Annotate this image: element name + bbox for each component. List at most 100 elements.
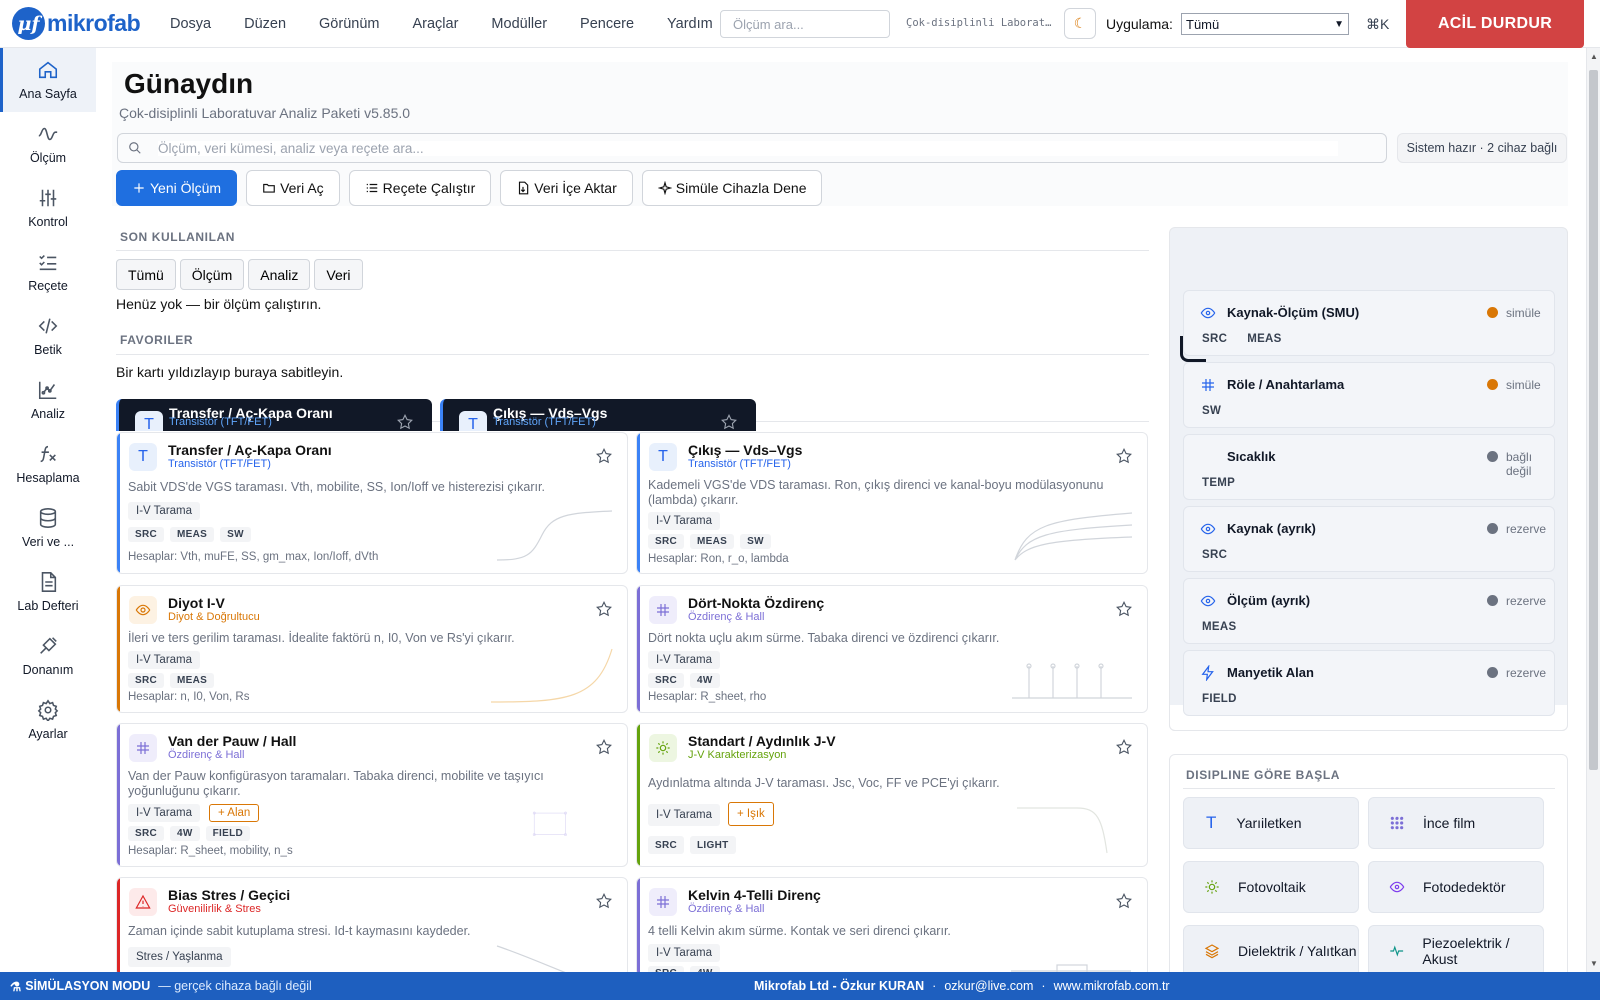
page-scrollbar[interactable]: ▲ ▼	[1586, 48, 1600, 972]
global-search-box[interactable]	[117, 133, 1387, 163]
menu-duzen[interactable]: Düzen	[244, 16, 286, 32]
import-data-button[interactable]: Veri İçe Aktar	[500, 170, 633, 206]
recipe-card-kelvin[interactable]: Kelvin 4-Telli Direnç Özdirenç & Hall 4 …	[636, 877, 1148, 977]
sliders-icon	[39, 189, 57, 207]
favorite-star-icon[interactable]	[1115, 738, 1133, 756]
recipe-card-van-der-pauw[interactable]: Van der Pauw / Hall Özdirenç & Hall Van …	[116, 723, 628, 867]
device-tags: SRC MEAS	[1202, 333, 1302, 345]
menu-pencere[interactable]: Pencere	[580, 16, 634, 32]
discipline-dielectric[interactable]: Dielektrik / Yalıtkan	[1183, 925, 1359, 977]
simulate-device-button[interactable]: Simüle Cihazla Dene	[641, 170, 823, 206]
run-recipe-button[interactable]: Reçete Çalıştır	[348, 170, 492, 206]
chevron-down-icon: ▼	[1334, 18, 1344, 30]
favorite-star-icon[interactable]	[595, 600, 613, 618]
sidebar-item-script[interactable]: Betik	[0, 304, 96, 368]
app-logo[interactable]: μf mikrofab	[12, 7, 150, 40]
global-search-input[interactable]	[158, 140, 1338, 156]
logo-text: mikrofab	[47, 10, 141, 36]
favorite-star-icon[interactable]	[595, 738, 613, 756]
eye-icon	[1200, 595, 1216, 607]
recipe-card-transfer[interactable]: T Transfer / Aç-Kapa Oranı Transistör (T…	[116, 432, 628, 574]
device-name: Sıcaklık	[1227, 449, 1276, 464]
function-icon	[40, 445, 56, 463]
discipline-photodetector[interactable]: Fotodedektör	[1368, 861, 1544, 913]
sidebar-item-settings[interactable]: Ayarlar	[0, 688, 96, 752]
card-title: Dört-Nokta Özdirenç	[688, 595, 825, 611]
hardware-tags: SRC MEAS SW	[128, 527, 257, 542]
card-calculations: Hesaplar: R_sheet, mobility, n_s	[128, 845, 293, 857]
contact-email[interactable]: ozkur@live.com	[944, 979, 1033, 993]
card-tag: I-V Tarama	[648, 944, 721, 962]
filter-analysis[interactable]: Analiz	[248, 259, 311, 290]
favorite-star-icon[interactable]	[1115, 600, 1133, 618]
top-search-input[interactable]	[720, 10, 890, 38]
new-measurement-button[interactable]: Yeni Ölçüm	[116, 170, 238, 206]
sidebar-item-home[interactable]: Ana Sayfa	[0, 48, 96, 112]
discipline-semiconductor[interactable]: T Yarıiletken	[1183, 797, 1359, 849]
sidebar-item-label: Reçete	[28, 279, 68, 293]
menu-araclar[interactable]: Araçlar	[412, 16, 458, 32]
device-source[interactable]: Kaynak (ayrık) rezerve SRC	[1183, 506, 1555, 572]
sidebar-item-compute[interactable]: Hesaplama	[0, 432, 96, 496]
hw-tag: SRC	[128, 673, 165, 688]
recent-empty-text: Henüz yok — bir ölçüm çalıştırın.	[116, 296, 322, 312]
device-relay[interactable]: Röle / Anahtarlama simüle SW	[1183, 362, 1555, 428]
theme-toggle-button[interactable]: ☾	[1064, 8, 1096, 39]
scroll-up-icon[interactable]: ▲	[1590, 52, 1598, 61]
t-icon: T	[649, 443, 677, 471]
card-tag: I-V Tarama	[128, 502, 201, 520]
card-tag: I-V Tarama	[648, 512, 721, 530]
recipe-card-bias-stress[interactable]: Bias Stres / Geçici Güvenilirlik & Stres…	[116, 877, 628, 977]
filter-all[interactable]: Tümü	[116, 259, 176, 290]
emergency-stop-button[interactable]: ACİL DURDUR	[1406, 0, 1584, 48]
device-tags: MEAS	[1202, 621, 1256, 633]
recipe-card-output[interactable]: T Çıkış — Vds–Vgs Transistör (TFT/FET) K…	[636, 432, 1148, 574]
hash-icon	[649, 888, 677, 916]
sidebar-item-data[interactable]: Veri ve ...	[0, 496, 96, 560]
device-status: rezerve	[1506, 594, 1547, 608]
hw-tag: LIGHT	[690, 836, 736, 854]
open-data-button[interactable]: Veri Aç	[246, 170, 340, 206]
website-link[interactable]: www.mikrofab.com.tr	[1054, 979, 1170, 993]
scroll-down-icon[interactable]: ▼	[1590, 959, 1598, 968]
menu-moduller[interactable]: Modüller	[491, 16, 547, 32]
t-icon: T	[129, 443, 157, 471]
device-smu[interactable]: Kaynak-Ölçüm (SMU) simüle SRC MEAS	[1183, 290, 1555, 356]
card-description: 4 telli Kelvin akım sürme. Kontak ve ser…	[648, 924, 951, 938]
discipline-photovoltaic[interactable]: Fotovoltaik	[1183, 861, 1359, 913]
simulation-mode-label: ⚗ SİMÜLASYON MODU	[10, 979, 150, 994]
menu-dosya[interactable]: Dosya	[170, 16, 211, 32]
device-magnetic-field[interactable]: Manyetik Alan rezerve FIELD	[1183, 650, 1555, 716]
filter-data[interactable]: Veri	[314, 259, 363, 290]
favorite-star-icon[interactable]	[1115, 447, 1133, 465]
discipline-thin-film[interactable]: İnce film	[1368, 797, 1544, 849]
favorite-star-icon[interactable]	[595, 447, 613, 465]
sidebar-item-analysis[interactable]: Analiz	[0, 368, 96, 432]
favorite-star-icon[interactable]	[595, 892, 613, 910]
recipe-card-four-point[interactable]: Dört-Nokta Özdirenç Özdirenç & Hall Dört…	[636, 585, 1148, 713]
card-accent	[637, 586, 640, 712]
device-temperature[interactable]: Sıcaklık bağlı değil TEMP	[1183, 434, 1555, 500]
sidebar-item-hardware[interactable]: Donanım	[0, 624, 96, 688]
recipe-card-jv[interactable]: Standart / Aydınlık J-V J-V Karakterizas…	[636, 723, 1148, 867]
filter-measurement[interactable]: Ölçüm	[179, 259, 245, 290]
recipe-card-diode[interactable]: Diyot I-V Diyot & Doğrultucu İleri ve te…	[116, 585, 628, 713]
separator: ·	[932, 979, 937, 993]
favorite-star-icon[interactable]	[1115, 892, 1133, 910]
device-measure[interactable]: Ölçüm (ayrık) rezerve MEAS	[1183, 578, 1555, 644]
flask-icon: ⚗	[10, 979, 22, 994]
discipline-piezoelectric[interactable]: Piezoelektrik / Akust	[1368, 925, 1544, 977]
menu-yardim[interactable]: Yardım	[667, 16, 713, 32]
discipline-label: Piezoelektrik / Akust	[1422, 935, 1510, 967]
menu-gorunum[interactable]: Görünüm	[319, 16, 379, 32]
database-icon	[39, 508, 57, 528]
sidebar-item-control[interactable]: Kontrol	[0, 176, 96, 240]
van-der-pauw-preview	[532, 811, 567, 837]
sidebar-item-notebook[interactable]: Lab Defteri	[0, 560, 96, 624]
sidebar-item-recipe[interactable]: Reçete	[0, 240, 96, 304]
scrollbar-thumb[interactable]	[1589, 70, 1598, 770]
sidebar-item-measurement[interactable]: Ölçüm	[0, 112, 96, 176]
command-palette-shortcut[interactable]: ⌘K	[1366, 16, 1389, 33]
app-select[interactable]: Tümü ▼	[1181, 13, 1349, 35]
card-tag: I-V Tarama	[128, 804, 201, 822]
